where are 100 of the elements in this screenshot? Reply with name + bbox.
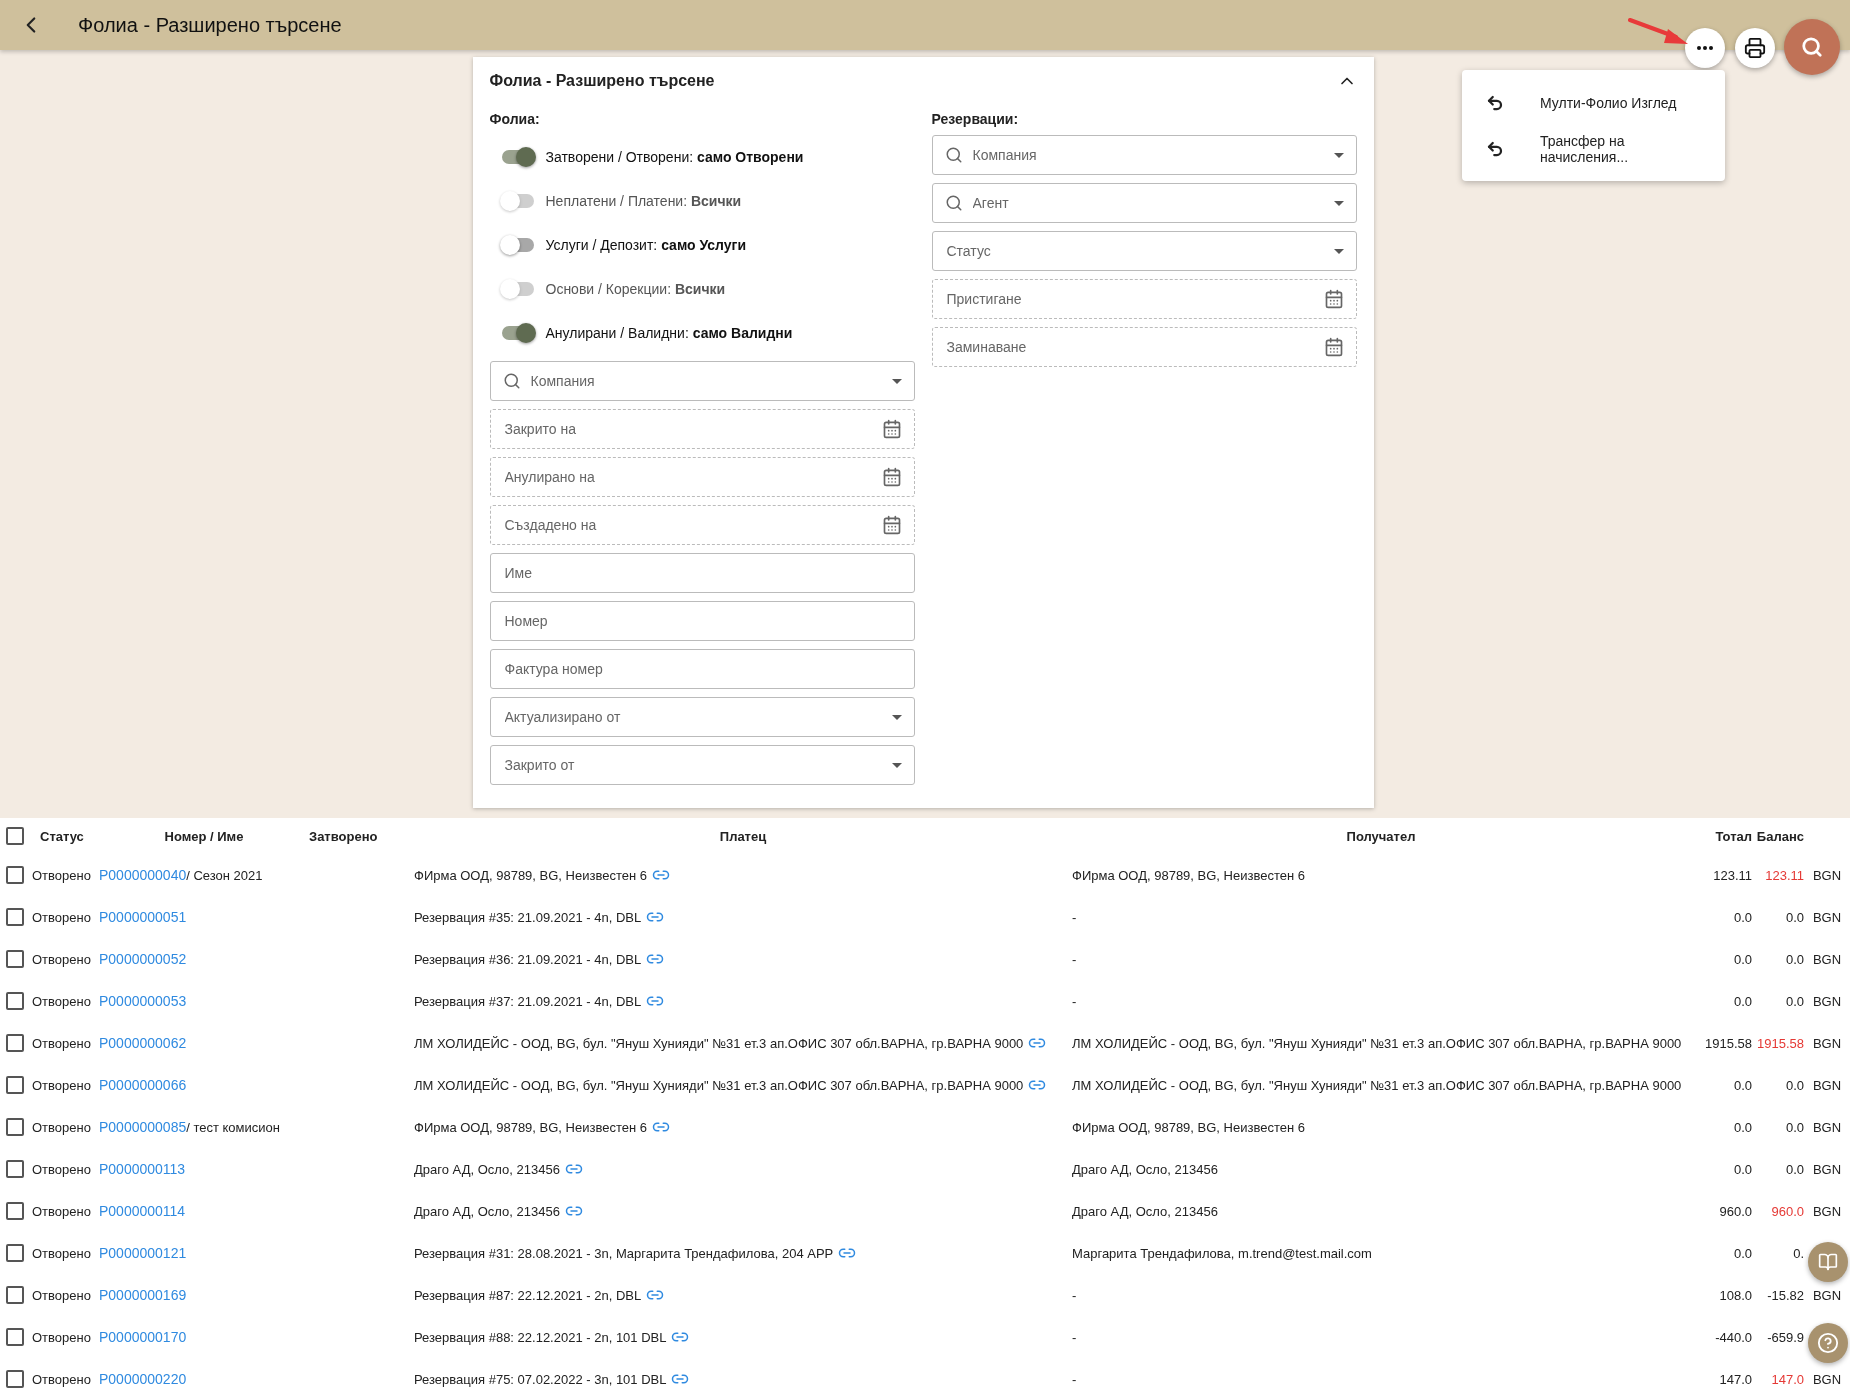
date-field[interactable]: Създадено на — [489, 505, 915, 545]
folio-link[interactable]: P0000000062 — [99, 1035, 187, 1051]
toggle-label: Затворени / Отворени: само Отворени — [545, 149, 804, 165]
row-checkbox[interactable] — [6, 1370, 24, 1388]
folio-link[interactable]: P0000000114 — [99, 1203, 186, 1219]
input-field[interactable]: Име — [489, 553, 915, 593]
select-field[interactable]: Компания — [489, 361, 915, 401]
print-button[interactable] — [1735, 28, 1775, 68]
dropdown-icon — [891, 762, 902, 768]
payer-cell: ФИрма ООД, 98789, BG, Неизвестен 6 — [414, 867, 647, 883]
total-cell-text: 0.0 — [1732, 1119, 1752, 1135]
row-checkbox[interactable] — [6, 1328, 24, 1346]
date-field[interactable]: Закрито на — [489, 409, 915, 449]
balance-cell-text: 0.0 — [1784, 993, 1804, 1009]
date-field[interactable]: Създадено на — [502, 516, 874, 534]
receiver-cell-text: - — [1072, 1371, 1078, 1387]
select-field[interactable]: Закрито от — [489, 745, 915, 785]
select-field[interactable]: Статус — [944, 242, 1326, 260]
folio-link[interactable]: P0000000220 — [99, 1371, 187, 1387]
row-checkbox[interactable] — [6, 1118, 24, 1136]
row-checkbox[interactable] — [6, 1034, 24, 1052]
total-cell-text: -440.0 — [1714, 1329, 1752, 1345]
payer-cell: Драго АД, Осло, 213456 — [414, 1161, 560, 1177]
calendar-icon[interactable] — [881, 515, 902, 535]
menu-item[interactable]: Трансфер на начисления... — [1462, 125, 1725, 172]
calendar-icon[interactable] — [881, 467, 902, 487]
date-field[interactable]: Заминаване — [931, 327, 1357, 367]
date-field[interactable]: Пристигане — [931, 279, 1357, 319]
date-field[interactable]: Заминаване — [944, 338, 1316, 356]
date-field[interactable]: Анулирано на — [489, 457, 915, 497]
input-field[interactable]: Номер — [489, 601, 915, 641]
book-icon — [1818, 1252, 1838, 1272]
menu-item[interactable]: Мулти-Фолио Изглед — [1462, 79, 1725, 126]
balance-cell-text: 0.0 — [1784, 909, 1804, 925]
row-checkbox[interactable] — [6, 1076, 24, 1094]
currency-cell-text: BGN — [1811, 909, 1843, 925]
folio-link[interactable]: P0000000051 — [99, 909, 187, 925]
select-field[interactable]: Компания — [970, 146, 1326, 164]
folio-link[interactable]: P0000000052 — [99, 951, 187, 967]
date-field[interactable]: Закрито на — [502, 420, 874, 438]
folio-link[interactable]: P0000000170 — [99, 1329, 187, 1345]
date-field[interactable]: Пристигане — [944, 290, 1316, 308]
row-checkbox[interactable] — [6, 1160, 24, 1178]
receiver-cell-text: - — [1072, 909, 1078, 925]
row-checkbox[interactable] — [6, 992, 24, 1010]
column-header: Затворено — [309, 828, 379, 844]
search-button[interactable] — [1784, 19, 1840, 75]
folio-link[interactable]: P0000000113 — [99, 1161, 186, 1177]
total-cell-text: 0.0 — [1732, 1245, 1752, 1261]
receiver-cell-text: ЛМ ХОЛИДЕЙС - ООД, BG, бул. "Януш Хунияди" №31 ет.3 ап.ОФИС 307 обл.ВАРНА, гр.ВАРНА 9000 — [1072, 1035, 1683, 1051]
status-cell-text: Отворено — [32, 1161, 92, 1177]
input-field[interactable]: Фактура номер — [489, 649, 915, 689]
row-checkbox[interactable] — [6, 908, 24, 926]
select-field[interactable]: Закрито от — [502, 756, 884, 774]
folio-link[interactable]: P0000000121 — [99, 1245, 187, 1261]
currency-cell-text: BGN — [1811, 1077, 1843, 1093]
total-cell-text: 123.11 — [1712, 867, 1752, 883]
toggle-switch[interactable] — [501, 326, 534, 340]
row-checkbox[interactable] — [6, 1286, 24, 1304]
select-field[interactable]: Статус — [931, 231, 1357, 271]
currency-cell-text: BGN — [1811, 1287, 1843, 1303]
row-checkbox[interactable] — [6, 950, 24, 968]
toggle-switch[interactable] — [501, 150, 534, 164]
calendar-icon[interactable] — [1323, 337, 1344, 357]
toggle-switch[interactable] — [501, 238, 534, 252]
search-icon — [944, 194, 963, 212]
column-header: Получател — [1345, 828, 1417, 844]
folio-link[interactable]: P0000000066 — [99, 1077, 187, 1093]
balance-cell-text: 0.0 — [1784, 1161, 1804, 1177]
folio-link[interactable]: P0000000040 — [99, 867, 187, 883]
currency-cell-text: BGN — [1811, 1161, 1843, 1177]
calendar-icon[interactable] — [1323, 289, 1344, 309]
total-cell-text: 0.0 — [1732, 993, 1752, 1009]
select-all-checkbox[interactable] — [6, 827, 24, 845]
total-cell-text: 108.0 — [1718, 1287, 1752, 1303]
folio-link[interactable]: P0000000169 — [99, 1287, 187, 1303]
payer-cell: ФИрма ООД, 98789, BG, Неизвестен 6 — [414, 1119, 647, 1135]
receiver-cell-text: - — [1072, 1329, 1078, 1345]
select-field[interactable]: Актуализирано от — [502, 708, 884, 726]
select-field[interactable]: Агент — [931, 183, 1357, 223]
more-button[interactable] — [1685, 28, 1725, 68]
row-checkbox[interactable] — [6, 1244, 24, 1262]
select-field[interactable]: Компания — [528, 372, 884, 390]
toggle-label: Услуги / Депозит: само Услуги — [545, 237, 747, 253]
folio-link[interactable]: P0000000085 — [99, 1119, 187, 1135]
row-checkbox[interactable] — [6, 1202, 24, 1220]
folio-link[interactable]: P0000000053 — [99, 993, 187, 1009]
select-field[interactable]: Компания — [931, 135, 1357, 175]
select-field[interactable]: Агент — [970, 194, 1326, 212]
calendar-icon[interactable] — [881, 419, 902, 439]
input-field[interactable]: Име — [502, 564, 902, 582]
row-checkbox[interactable] — [6, 866, 24, 884]
payer-cell: ЛМ ХОЛИДЕЙС - ООД, BG, бул. "Януш Хунияди" №31 ет.3 ап.ОФИС 307 обл.ВАРНА, гр.ВАРНА 9000 — [414, 1077, 1024, 1093]
input-field[interactable]: Фактура номер — [502, 660, 902, 678]
dropdown-icon — [891, 714, 902, 720]
folio-name: / Сезон 2021 — [186, 867, 263, 883]
date-field[interactable]: Анулирано на — [502, 468, 874, 486]
undo-icon — [1486, 139, 1504, 158]
input-field[interactable]: Номер — [502, 612, 902, 630]
select-field[interactable]: Актуализирано от — [489, 697, 915, 737]
